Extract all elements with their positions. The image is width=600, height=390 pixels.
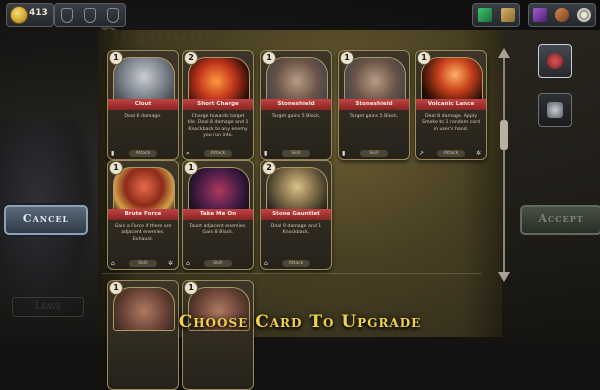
card-description: Deal 9 damage and 1 Knockback. [270, 224, 322, 236]
card-cost: 1 [109, 51, 123, 65]
card-cost: 2 [184, 51, 198, 65]
red-orb-icon [547, 53, 563, 69]
scrollbar-thumb[interactable] [500, 120, 508, 150]
potion-slot-icon[interactable] [83, 7, 96, 23]
card-corner-icon: ▮ [111, 150, 115, 157]
card-corner-icon: ↗ [419, 150, 425, 157]
card-description: Taunt adjacent enemies. Gain 8 Block. [189, 224, 247, 236]
card-name: Take Me On [183, 209, 253, 220]
card-art [266, 57, 328, 101]
potion-slot-icon[interactable] [107, 7, 120, 23]
card-stoneshield[interactable]: 1 Stoneshield Target gains 5 Block. ▮ Sk… [338, 50, 410, 160]
card-type: Attack [282, 260, 310, 267]
card-corner-icon: ✲ [476, 150, 482, 157]
top-bar: 413 [0, 0, 600, 28]
card-type: Skill [282, 150, 310, 157]
card-brute-force[interactable]: 1 Brute Force Gain a Force if there are … [107, 160, 179, 270]
potion-slot-icon[interactable] [60, 7, 73, 23]
accept-button[interactable]: Accept [520, 205, 600, 235]
card-name: Stone Gauntlet [261, 209, 331, 220]
scroll-down-arrow-icon[interactable] [498, 272, 510, 282]
scroll-icon[interactable] [500, 8, 515, 22]
card-art [421, 57, 483, 101]
card-description: Target gains 5 Block. [271, 114, 321, 119]
helmet-icon [547, 102, 563, 118]
scrollbar-track[interactable] [503, 58, 505, 273]
card-type: Attack [437, 150, 465, 157]
card-name: Short Charge [183, 99, 253, 110]
gear-icon[interactable] [577, 8, 591, 22]
card-cost: 1 [109, 161, 123, 175]
card-art [113, 167, 175, 211]
card-description: Deal 8 damage. Apply Smoke to 1 random c… [422, 114, 480, 132]
card-type: Attack [204, 150, 232, 157]
card-corner-icon: ▮ [264, 150, 268, 157]
green-book-icon[interactable] [477, 8, 492, 22]
card-name: Stoneshield [261, 99, 331, 110]
card-art [344, 57, 406, 101]
card-clout[interactable]: 1 Clout Deal 6 damage. ▮ Attack [107, 50, 179, 160]
gold-counter: 413 [6, 3, 54, 27]
card-name: Brute Force [108, 209, 178, 220]
choose-card-prompt: Choose Card To Upgrade [178, 312, 422, 332]
card-corner-icon: ✲ [168, 260, 174, 267]
card-cost: 1 [262, 51, 276, 65]
potion-slots [54, 3, 126, 27]
card-partial[interactable]: 1 [107, 280, 179, 390]
card-corner-icon: ▮ [342, 150, 346, 157]
card-description: Target gains 5 Block. [349, 114, 399, 119]
card-corner-icon: ⌂ [111, 260, 115, 267]
card-partial[interactable]: 1 [182, 280, 254, 390]
card-cost: 2 [262, 161, 276, 175]
purple-book-icon[interactable] [533, 8, 547, 22]
card-name: Volcanic Lance [416, 99, 486, 110]
card-short-charge[interactable]: 2 Short Charge Charge towards target til… [182, 50, 254, 160]
gold-amount: 413 [29, 8, 48, 18]
card-stone-gauntlet[interactable]: 2 Stone Gauntlet Deal 9 damage and 1 Kno… [260, 160, 332, 270]
scroll-up-arrow-icon[interactable] [498, 48, 510, 58]
card-cost: 1 [417, 51, 431, 65]
card-name: Stoneshield [339, 99, 409, 110]
card-art [188, 167, 250, 211]
character-tab-other[interactable] [538, 93, 572, 127]
card-cost: 1 [184, 161, 198, 175]
card-corner-icon: ⌂ [264, 260, 268, 267]
card-art [113, 57, 175, 101]
card-name: Clout [108, 99, 178, 110]
key-icon[interactable] [555, 8, 569, 22]
card-cost: 1 [184, 281, 198, 295]
leave-button[interactable]: Leave [12, 297, 84, 317]
card-description: Charge towards target tile. Deal 8 damag… [187, 114, 249, 139]
card-description: Deal 6 damage. [124, 114, 162, 119]
card-type: Attack [129, 150, 157, 157]
card-cost: 1 [109, 281, 123, 295]
card-take-me-on[interactable]: 1 Take Me On Taunt adjacent enemies. Gai… [182, 160, 254, 270]
card-art [188, 57, 250, 101]
card-type: Skill [204, 260, 232, 267]
cancel-button[interactable]: Cancel [4, 205, 88, 235]
card-stoneshield[interactable]: 1 Stoneshield Target gains 5 Block. ▮ Sk… [260, 50, 332, 160]
card-art [266, 167, 328, 211]
card-description: Gain a Force if there are adjacent enemi… [114, 224, 172, 242]
card-cost: 1 [340, 51, 354, 65]
menu-buttons [528, 3, 596, 27]
card-corner-icon: ⌂ [186, 260, 190, 267]
card-corner-icon: » [186, 150, 190, 157]
card-type: Skill [129, 260, 157, 267]
character-tab-dragoon[interactable] [538, 44, 572, 78]
deck-buttons [472, 3, 520, 27]
card-volcanic-lance[interactable]: 1 Volcanic Lance Deal 8 damage. Apply Sm… [415, 50, 487, 160]
card-type: Skill [360, 150, 388, 157]
row-divider [102, 273, 482, 274]
coin-icon [10, 6, 28, 24]
